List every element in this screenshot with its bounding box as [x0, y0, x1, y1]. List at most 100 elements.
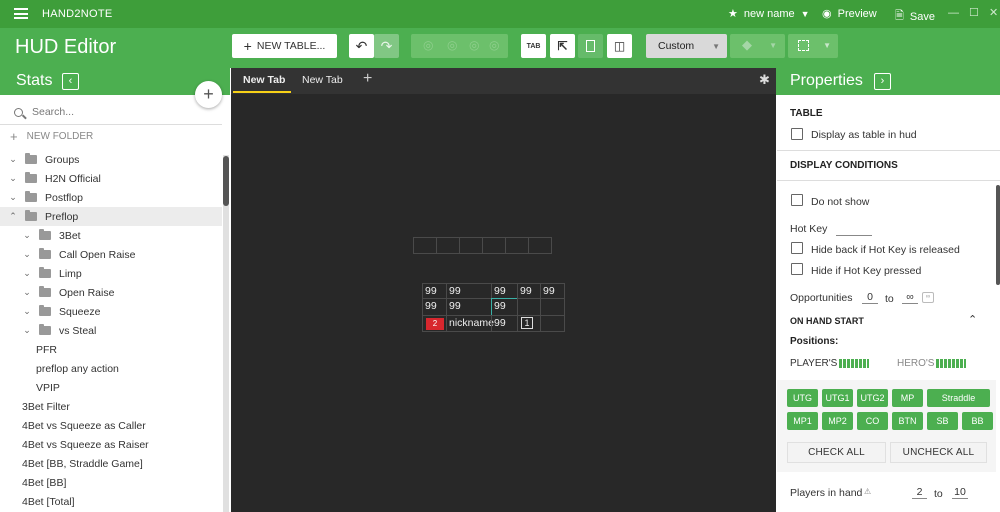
stats-scrollbar-track[interactable] [223, 155, 229, 512]
tab-layout-button[interactable]: TAB [521, 34, 546, 58]
opportunities-to-input[interactable]: ∞ [902, 291, 918, 304]
chevron-up-icon[interactable]: ⌃ [968, 313, 977, 326]
position-toggle[interactable]: Straddle [927, 389, 990, 407]
stats-folder[interactable]: ⌄ Limp [0, 264, 222, 283]
stats-item[interactable]: VPIP [0, 378, 222, 397]
stats-item[interactable]: 4Bet vs Squeeze as Caller [0, 416, 222, 435]
check-all-button[interactable]: CHECK ALL [787, 442, 886, 463]
chevron-down-icon[interactable]: ⌄ [8, 154, 18, 165]
players-in-hand-from-input[interactable]: 2 [912, 486, 927, 499]
position-toggle[interactable]: MP [892, 389, 923, 407]
chevron-up-icon[interactable]: ⌃ [8, 211, 18, 222]
hud-stat-cell[interactable]: 99 [422, 283, 447, 299]
hud-empty-cell[interactable] [505, 237, 529, 254]
hud-stat-cell[interactable]: 99 [446, 283, 492, 299]
new-folder-button[interactable]: + NEW FOLDER [10, 130, 93, 143]
position-toggle[interactable]: CO [857, 412, 888, 430]
hud-nickname-cell[interactable]: nickname [446, 315, 494, 332]
doc-name-button[interactable]: ★ new name ▼ [728, 7, 810, 21]
stats-item[interactable]: 3Bet Filter [0, 397, 222, 416]
split-view-button[interactable]: ◫ [607, 34, 632, 58]
hud-empty-cell[interactable] [528, 237, 552, 254]
hud-stat-cell[interactable] [517, 298, 541, 316]
hud-stat-cell[interactable] [540, 298, 565, 316]
position-toggle[interactable]: UTG2 [857, 389, 888, 407]
hud-stat-cell[interactable]: 99 [446, 298, 492, 316]
new-table-button[interactable]: + NEW TABLE... [232, 34, 337, 58]
chevron-down-icon[interactable]: ⌄ [22, 268, 32, 279]
tab-new-tab-1[interactable]: New Tab [243, 74, 285, 86]
stats-folder[interactable]: ⌄ Postflop [0, 188, 222, 207]
stats-item[interactable]: preflop any action [0, 359, 222, 378]
save-button[interactable]: 🗎 Save [895, 7, 935, 26]
chevron-down-icon[interactable]: ⌄ [22, 287, 32, 298]
players-positions-grid-icon[interactable] [839, 359, 869, 368]
stats-folder[interactable]: ⌄ 3Bet [0, 226, 222, 245]
hide-back-checkbox[interactable] [791, 242, 803, 254]
uncheck-all-button[interactable]: UNCHECK ALL [890, 442, 987, 463]
hud-stat-cell[interactable]: 99 [422, 298, 447, 316]
fill-color-select[interactable]: ◆ ▼ [730, 34, 785, 58]
heroes-positions-grid-icon[interactable] [936, 359, 966, 368]
players-in-hand-to-input[interactable]: 10 [952, 486, 968, 499]
chevron-down-icon[interactable]: ⌄ [8, 192, 18, 203]
stats-scrollbar-thumb[interactable] [223, 156, 229, 206]
border-select[interactable]: ▼ [788, 34, 838, 58]
position-button[interactable]: ⇱ [550, 34, 575, 58]
stats-item[interactable]: 4Bet [BB] [0, 473, 222, 492]
hud-selected-cell[interactable]: 99 [491, 298, 518, 316]
minimize-button[interactable]: — [948, 8, 959, 19]
stats-folder[interactable]: ⌄ Squeeze [0, 302, 222, 321]
hud-box-cell[interactable]: 1 [517, 315, 541, 332]
hud-empty-cell[interactable] [413, 237, 437, 254]
chevron-down-icon[interactable]: ⌄ [22, 306, 32, 317]
hud-badge-cell[interactable]: 2 [422, 315, 447, 332]
opportunities-from-input[interactable]: 0 [862, 291, 878, 304]
infinity-toggle-icon[interactable]: ∞ [922, 292, 934, 303]
chevron-down-icon[interactable]: ⌄ [22, 325, 32, 336]
redo-button[interactable]: ↷ [374, 34, 399, 58]
properties-expand-button[interactable]: › [874, 73, 891, 90]
preview-button[interactable]: ◉ Preview [822, 7, 877, 21]
stat-actions-group[interactable]: ◎ ◎ ◎ ◎ [411, 34, 508, 58]
position-toggle[interactable]: UTG [787, 389, 818, 407]
hud-stat-cell[interactable]: 99 [540, 283, 565, 299]
chevron-down-icon[interactable]: ⌄ [22, 249, 32, 260]
hud-stat-cell[interactable] [540, 315, 565, 332]
position-toggle[interactable]: MP2 [822, 412, 853, 430]
stats-item[interactable]: 4Bet [Total] [0, 492, 222, 511]
search-input[interactable] [32, 106, 212, 118]
hide-pressed-checkbox[interactable] [791, 263, 803, 275]
position-toggle[interactable]: UTG1 [822, 389, 853, 407]
hud-stat-cell[interactable]: 99 [491, 315, 518, 332]
undo-button[interactable]: ↶ [349, 34, 374, 58]
display-as-table-checkbox[interactable] [791, 128, 803, 140]
hud-stat-cell[interactable]: 99 [517, 283, 541, 299]
stats-item[interactable]: 4Bet [BB, Straddle Game] [0, 454, 222, 473]
hamburger-menu-icon[interactable] [14, 8, 28, 19]
add-tab-button[interactable]: + [363, 70, 372, 88]
stats-item[interactable]: PFR [0, 340, 222, 359]
columns-button[interactable] [578, 34, 603, 58]
stats-folder[interactable]: ⌄ Call Open Raise [0, 245, 222, 264]
preset-select[interactable]: Custom ▼ [646, 34, 727, 58]
tab-new-tab-2[interactable]: New Tab [302, 74, 343, 86]
hot-key-input[interactable] [836, 223, 872, 236]
position-toggle[interactable]: SB [927, 412, 958, 430]
hud-stat-cell[interactable]: 99 [491, 283, 518, 299]
hud-empty-cell[interactable] [459, 237, 483, 254]
hud-empty-cell[interactable] [482, 237, 506, 254]
maximize-button[interactable]: ☐ [969, 8, 979, 19]
stats-item[interactable]: 4Bet vs Squeeze as Raiser [0, 435, 222, 454]
stats-folder[interactable]: ⌃ Preflop [0, 207, 222, 226]
close-button[interactable]: ✕ [989, 8, 999, 19]
position-toggle[interactable]: MP1 [787, 412, 818, 430]
chevron-down-icon[interactable]: ⌄ [8, 173, 18, 184]
stats-folder[interactable]: ⌄ Groups [0, 150, 222, 169]
properties-scrollbar-thumb[interactable] [996, 185, 1000, 285]
do-not-show-checkbox[interactable] [791, 194, 803, 206]
stats-folder[interactable]: ⌄ Open Raise [0, 283, 222, 302]
stats-folder[interactable]: ⌄ vs Steal [0, 321, 222, 340]
position-toggle[interactable]: BTN [892, 412, 923, 430]
position-toggle[interactable]: BB [962, 412, 993, 430]
